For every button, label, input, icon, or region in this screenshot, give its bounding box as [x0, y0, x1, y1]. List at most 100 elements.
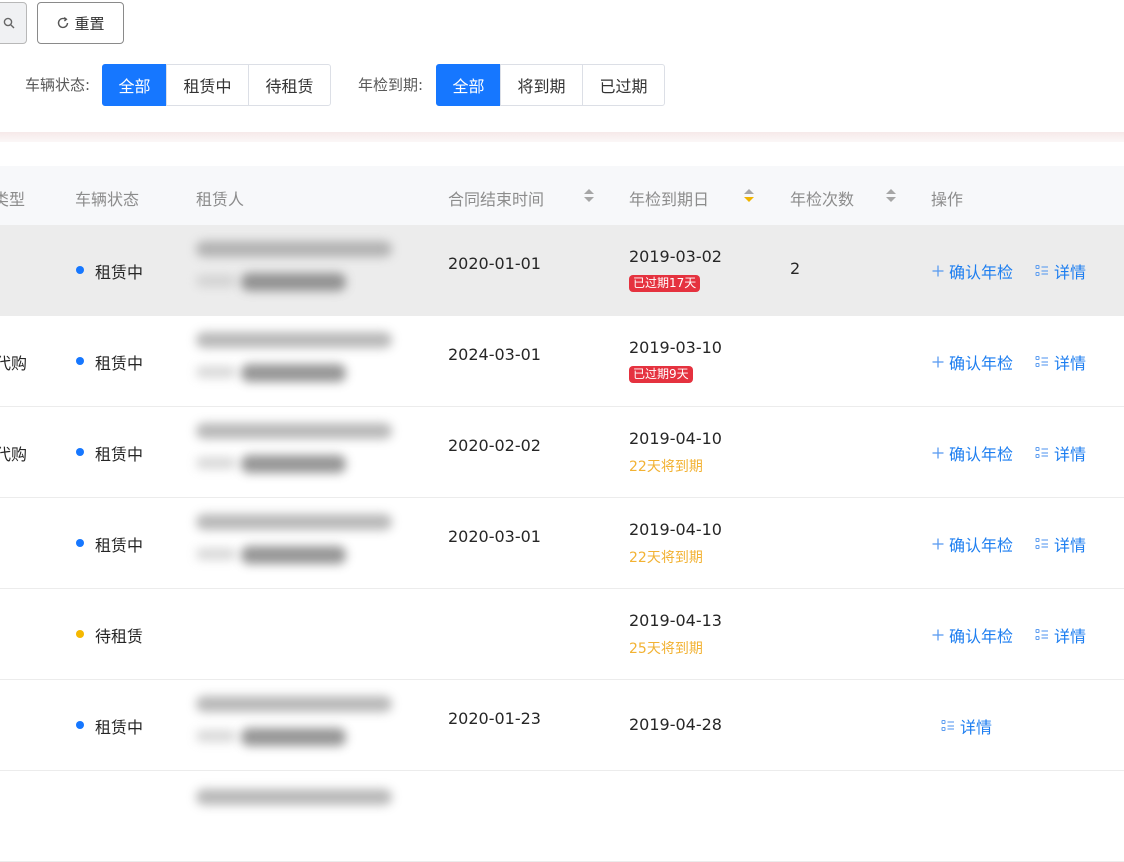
- vehicle-status: 租赁中: [95, 718, 144, 737]
- overdue-badge: 已过期9天: [629, 366, 693, 383]
- sort-icon[interactable]: [886, 189, 896, 203]
- contract-end-date: 2020-02-02: [448, 436, 541, 455]
- sort-icon[interactable]: [584, 189, 594, 203]
- table-row[interactable]: 租赁中 2020-01-01 2019-03-02 已过期17天 2 确认年检 详情: [0, 225, 1124, 316]
- table-body: 租赁中 2020-01-01 2019-03-02 已过期17天 2 确认年检 详情 代购 租赁…: [0, 225, 1124, 862]
- status-dot-icon: [76, 448, 84, 456]
- plus-icon: [932, 629, 944, 641]
- inspection-due-date: 2019-04-10: [629, 520, 722, 539]
- list-icon: [1035, 628, 1049, 642]
- detail-button[interactable]: 详情: [1035, 441, 1086, 465]
- confirm-inspection-label: 确认年检: [949, 445, 1014, 464]
- vehicle-status: 租赁中: [95, 445, 144, 464]
- detail-label: 详情: [1054, 445, 1087, 464]
- confirm-inspection-button[interactable]: 确认年检: [932, 259, 1013, 283]
- status-dot-icon: [76, 357, 84, 365]
- inspection-due-date: 2019-04-28: [629, 715, 722, 734]
- inspection-due-date: 2019-03-02: [629, 247, 722, 266]
- detail-label: 详情: [1054, 627, 1087, 646]
- confirm-inspection-button[interactable]: 确认年检: [932, 350, 1013, 374]
- due-soon-text: 22天将到期: [629, 550, 703, 566]
- status-dot-icon: [76, 539, 84, 547]
- confirm-inspection-button[interactable]: 确认年检: [932, 441, 1013, 465]
- contract-end-date: 2020-01-23: [448, 709, 541, 728]
- table-row[interactable]: 租赁中 2020-01-23 2019-04-28 详情: [0, 680, 1124, 771]
- sort-icon[interactable]: [744, 189, 754, 203]
- confirm-inspection-label: 确认年检: [949, 263, 1014, 282]
- table-row[interactable]: 租赁中 2020-03-01 2019-04-10 22天将到期 确认年检 详情: [0, 498, 1124, 589]
- column-inspection-date[interactable]: 年检到期日: [629, 186, 709, 210]
- detail-button[interactable]: 详情: [941, 714, 992, 738]
- inspection-due-filter-label: 年检到期:: [358, 76, 424, 94]
- table-row[interactable]: 代购 租赁中 2020-02-02 2019-04-10 22天将到期 确认年检 详情: [0, 407, 1124, 498]
- list-icon: [941, 719, 955, 733]
- detail-button[interactable]: 详情: [1035, 623, 1086, 647]
- confirm-inspection-button[interactable]: 确认年检: [932, 623, 1013, 647]
- plus-icon: [932, 265, 944, 277]
- status-dot-icon: [76, 630, 84, 638]
- vehicle-table: 类型 车辆状态 租赁人 合同结束时间 年检到期日 年检次数 操作 租赁中 2020…: [0, 166, 1124, 862]
- column-status: 车辆状态: [75, 190, 140, 209]
- vehicle-status-filter-label: 车辆状态:: [25, 76, 91, 94]
- inspection-due-date: 2019-04-13: [629, 611, 722, 630]
- contract-end-date: 2020-01-01: [448, 254, 541, 273]
- inspection-due-option-all[interactable]: 全部: [436, 64, 501, 106]
- filter-panel: 重置 车辆状态: 全部 租赁中 待租赁 年检到期: 全部 将到期 已过期: [0, 0, 1124, 132]
- confirm-inspection-label: 确认年检: [949, 354, 1014, 373]
- due-soon-text: 25天将到期: [629, 641, 703, 657]
- inspection-due-filter: 全部 将到期 已过期: [436, 64, 665, 106]
- inspection-due-date: 2019-04-10: [629, 429, 722, 448]
- detail-label: 详情: [1054, 354, 1087, 373]
- inspection-due-option-soon[interactable]: 将到期: [500, 64, 583, 106]
- confirm-inspection-label: 确认年检: [949, 627, 1014, 646]
- renter-info-blurred: [186, 225, 404, 316]
- confirm-inspection-button[interactable]: 确认年检: [932, 532, 1013, 556]
- table-row[interactable]: 代购 租赁中 2024-03-01 2019-03-10 已过期9天 确认年检 详情: [0, 316, 1124, 407]
- column-renter: 租赁人: [196, 190, 245, 209]
- search-icon: [3, 17, 15, 29]
- plus-icon: [932, 538, 944, 550]
- table-row[interactable]: [0, 771, 1124, 862]
- detail-button[interactable]: 详情: [1035, 532, 1086, 556]
- column-type: 类型: [0, 190, 26, 209]
- overdue-badge: 已过期17天: [629, 275, 701, 292]
- detail-label: 详情: [1054, 263, 1087, 282]
- inspection-due-date: 2019-03-10: [629, 338, 722, 357]
- due-soon-text: 22天将到期: [629, 459, 703, 475]
- vehicle-type: 代购: [0, 354, 28, 373]
- status-dot-icon: [76, 266, 84, 274]
- reset-label: 重置: [74, 14, 105, 33]
- column-end-time[interactable]: 合同结束时间: [448, 186, 544, 210]
- vehicle-status: 待租赁: [95, 627, 144, 646]
- column-actions: 操作: [931, 190, 964, 209]
- list-icon: [1035, 264, 1049, 278]
- contract-end-date: 2024-03-01: [448, 345, 541, 364]
- vehicle-status: 租赁中: [95, 263, 144, 282]
- vehicle-status-option-all[interactable]: 全部: [102, 64, 167, 106]
- plus-icon: [932, 447, 944, 459]
- vehicle-type: 代购: [0, 445, 28, 464]
- renter-info-blurred: [186, 316, 404, 407]
- vehicle-status-option-renting[interactable]: 租赁中: [166, 64, 249, 106]
- column-inspection-count[interactable]: 年检次数: [790, 186, 854, 210]
- renter-info-blurred: [186, 498, 404, 589]
- list-icon: [1035, 446, 1049, 460]
- vehicle-status: 租赁中: [95, 536, 144, 555]
- panel-divider: [0, 132, 1124, 142]
- detail-label: 详情: [1054, 536, 1087, 555]
- vehicle-status-option-idle[interactable]: 待租赁: [248, 64, 331, 106]
- detail-button[interactable]: 详情: [1035, 259, 1086, 283]
- vehicle-status-filter: 全部 租赁中 待租赁: [102, 64, 331, 106]
- renter-info-blurred: [186, 407, 404, 498]
- vehicle-status: 租赁中: [95, 354, 144, 373]
- plus-icon: [932, 356, 944, 368]
- table-header: 类型 车辆状态 租赁人 合同结束时间 年检到期日 年检次数 操作: [0, 166, 1124, 225]
- refresh-icon: [58, 17, 69, 29]
- detail-button[interactable]: 详情: [1035, 350, 1086, 374]
- search-button[interactable]: [0, 2, 27, 44]
- table-row[interactable]: 待租赁 2019-04-13 25天将到期 确认年检 详情: [0, 589, 1124, 680]
- inspection-due-option-expired[interactable]: 已过期: [582, 64, 665, 106]
- renter-info-blurred: [186, 771, 404, 811]
- reset-button[interactable]: 重置: [37, 2, 124, 44]
- confirm-inspection-label: 确认年检: [949, 536, 1014, 555]
